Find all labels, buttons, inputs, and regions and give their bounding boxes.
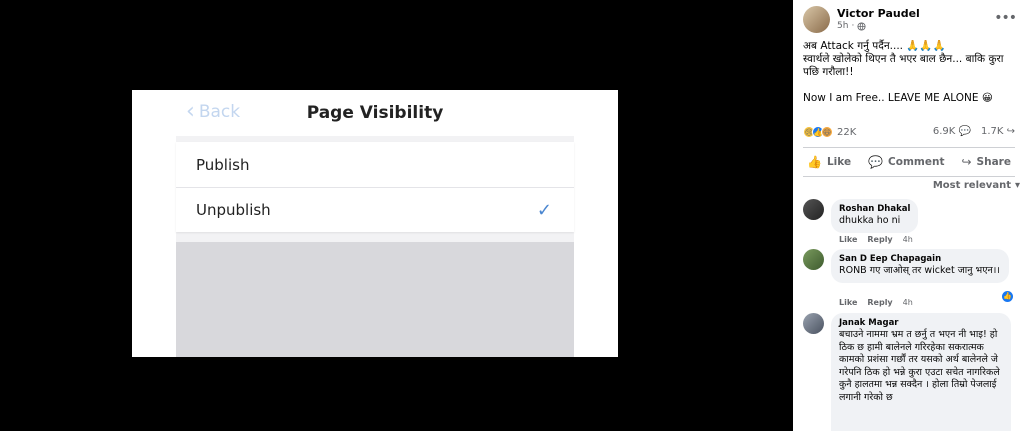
- share-arrow-icon: ↪: [1006, 126, 1015, 137]
- like-reaction-icon[interactable]: 👍: [1002, 291, 1013, 302]
- comment-author[interactable]: Roshan Dhakal: [839, 204, 910, 214]
- comment-bubble-icon: 💬: [958, 126, 971, 137]
- post-stats: 😢 👍 😆 22K 6.9K 💬 1.7K ↪: [803, 126, 1015, 142]
- avatar[interactable]: [803, 199, 824, 220]
- comments-count: 6.9K: [932, 126, 956, 137]
- haha-reaction-icon: 😆: [821, 126, 833, 138]
- thumbs-up-icon: 👍: [807, 155, 822, 169]
- checkmark-icon: ✓: [536, 200, 552, 221]
- post-panel: Victor Paudel 5h · ••• अब Attack गर्नु प…: [793, 0, 1024, 431]
- post-header: Victor Paudel 5h · •••: [803, 6, 1018, 36]
- comment-like-button[interactable]: Like: [839, 298, 857, 307]
- more-options-icon[interactable]: •••: [994, 10, 1017, 26]
- post-text-line: Now I am Free.. LEAVE ME ALONE 😀: [803, 92, 993, 104]
- comment-label: Comment: [888, 156, 945, 168]
- like-button[interactable]: 👍 Like: [803, 151, 855, 173]
- comment-item: San D Eep Chapagain RONB गए जाओस् तर wic…: [803, 249, 1018, 309]
- post-text-line: स्वार्थले खोलेको थिएन तै भएर बाल छैन... …: [803, 53, 1004, 78]
- screen-empty-area: [176, 242, 574, 357]
- screen-nav-bar: ‹ Back Page Visibility: [176, 90, 574, 136]
- shares-count-link[interactable]: 1.7K ↪: [981, 126, 1015, 137]
- comment-author[interactable]: San D Eep Chapagain: [839, 254, 1001, 264]
- avatar[interactable]: [803, 249, 824, 270]
- comment-item: Roshan Dhakal dhukka ho ni Like Reply 4h: [803, 199, 1018, 247]
- avatar[interactable]: [803, 6, 830, 33]
- post-text-line: अब Attack गर्नु पर्दैन.... 🙏🙏🙏: [803, 40, 946, 52]
- option-label: Unpublish: [196, 201, 271, 219]
- post-author[interactable]: Victor Paudel: [837, 7, 920, 20]
- comment-text: dhukka ho ni: [839, 215, 901, 226]
- post-actions: 👍 Like 💬 Comment ↪ Share: [803, 151, 1015, 173]
- comment-like-button[interactable]: Like: [839, 235, 857, 244]
- avatar[interactable]: [803, 313, 824, 334]
- comments-count-link[interactable]: 6.9K 💬: [933, 126, 971, 137]
- comment-bubble: Janak Magar बचाउने नाममा भ्रम त छर्नु त …: [831, 313, 1011, 431]
- engagement-counts: 6.9K 💬 1.7K ↪: [933, 126, 1015, 137]
- screen-title: Page Visibility: [306, 103, 444, 123]
- dot-separator: ·: [851, 21, 855, 31]
- like-label: Like: [826, 156, 852, 168]
- comment-text: बचाउने नाममा भ्रम त छर्नु त भएन नी भाइ! …: [839, 329, 1000, 403]
- comment-sort-dropdown[interactable]: Most relevant ▾: [933, 180, 1020, 191]
- divider: [803, 176, 1015, 177]
- option-publish: Publish: [176, 142, 574, 187]
- comment-text: RONB गए जाओस् तर wicket जानु भएन।।: [839, 265, 1000, 276]
- post-text: अब Attack गर्नु पर्दैन.... 🙏🙏🙏 स्वार्थले…: [803, 40, 1015, 105]
- viewer-root: ‹ Back Page Visibility Publish Unpublish…: [0, 0, 1024, 431]
- comment-item: Janak Magar बचाउने नाममा भ्रम त छर्नु त …: [803, 313, 1018, 431]
- post-meta: 5h ·: [837, 21, 866, 31]
- comment-icon: 💬: [868, 155, 884, 169]
- comment-reply-button[interactable]: Reply: [867, 235, 892, 244]
- photo-viewer: ‹ Back Page Visibility Publish Unpublish…: [0, 0, 793, 431]
- caret-down-icon: ▾: [1014, 180, 1020, 191]
- sort-label: Most relevant: [932, 180, 1011, 191]
- comment-author[interactable]: Janak Magar: [839, 318, 1003, 328]
- comment-time[interactable]: 4h: [903, 235, 913, 244]
- share-button[interactable]: ↪ Share: [957, 151, 1015, 173]
- share-label: Share: [976, 156, 1011, 168]
- comment-reply-button[interactable]: Reply: [867, 298, 892, 307]
- visibility-options: Publish Unpublish ✓: [176, 142, 574, 232]
- comment-actions: Like Reply 4h: [839, 298, 913, 307]
- post-time[interactable]: 5h: [837, 21, 848, 31]
- phone-screen: ‹ Back Page Visibility Publish Unpublish…: [176, 90, 574, 357]
- option-label: Publish: [196, 155, 250, 174]
- share-icon: ↪: [961, 155, 972, 169]
- comment-bubble: San D Eep Chapagain RONB गए जाओस् तर wic…: [831, 249, 1009, 283]
- comment-bubble: Roshan Dhakal dhukka ho ni: [831, 199, 919, 233]
- comment-actions: Like Reply 4h: [839, 235, 913, 244]
- comment-button[interactable]: 💬 Comment: [864, 151, 948, 173]
- comment-time[interactable]: 4h: [903, 298, 913, 307]
- option-unpublish: Unpublish ✓: [176, 187, 574, 232]
- photo-image: ‹ Back Page Visibility Publish Unpublish…: [132, 90, 618, 357]
- shares-count: 1.7K: [980, 126, 1004, 137]
- divider: [803, 147, 1015, 148]
- reactions-summary[interactable]: 😢 👍 😆 22K: [803, 126, 856, 138]
- globe-icon: [857, 21, 866, 31]
- reaction-count: 22K: [837, 126, 857, 138]
